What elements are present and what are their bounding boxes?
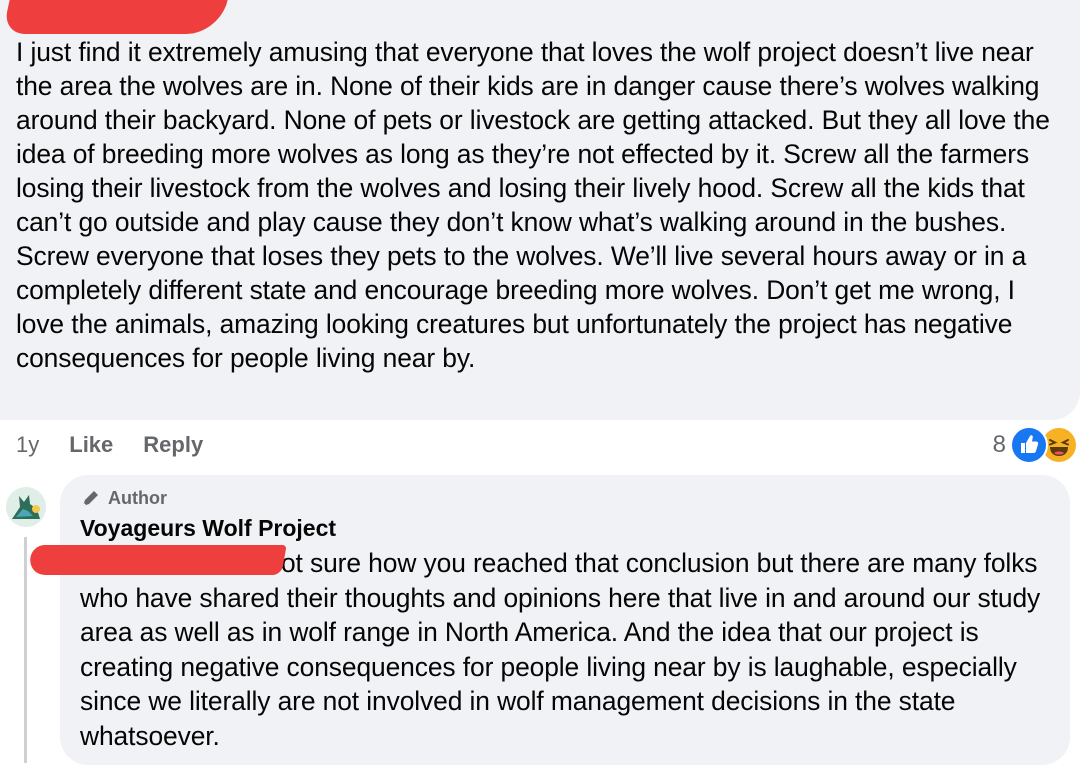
comment-age: 1y	[16, 432, 40, 457]
redacted-commenter-name	[2, 0, 228, 34]
thread-line	[24, 537, 27, 763]
pen-icon	[83, 491, 98, 506]
comment-text: I just find it extremely amusing that ev…	[16, 37, 1050, 373]
comment-actions: 1y Like Reply	[16, 428, 203, 462]
reply-body: Not sure how you reached that conclusion…	[80, 548, 1041, 751]
reply-button[interactable]: Reply	[143, 432, 203, 458]
reaction-summary[interactable]: 8	[993, 426, 1078, 464]
author-badge: Author	[80, 485, 167, 511]
author-badge-label: Author	[108, 487, 167, 508]
like-icon	[1010, 426, 1048, 464]
reply-text: Not sure how you reached that conclusion…	[80, 546, 1060, 753]
author-avatar[interactable]	[6, 487, 46, 527]
redacted-mention-mark	[27, 545, 287, 575]
reaction-count: 8	[992, 431, 1006, 458]
like-button[interactable]: Like	[69, 432, 113, 458]
reply-author-name[interactable]: Voyageurs Wolf Project	[80, 515, 336, 542]
